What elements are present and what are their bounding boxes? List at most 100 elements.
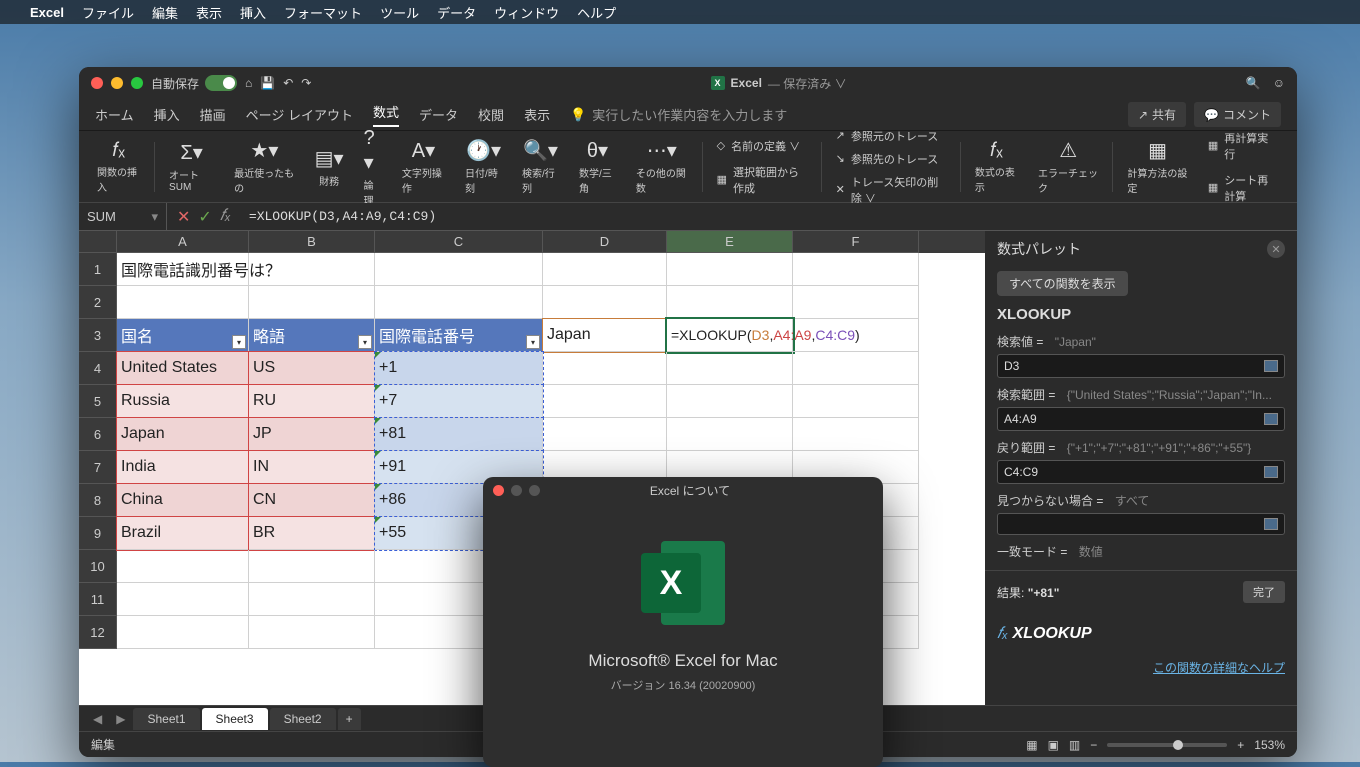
row-header[interactable]: 2 [79,286,117,319]
select-all-corner[interactable] [79,231,117,253]
recent-button[interactable]: ★▾最近使ったもの [226,135,302,198]
row-header[interactable]: 7 [79,451,117,484]
insert-function-button[interactable]: 𝑓ₓ関数の挿入 [89,135,148,198]
tab-view[interactable]: 表示 [524,105,550,124]
filter-icon[interactable]: ▾ [526,335,540,349]
accept-formula-icon[interactable]: ✓ [198,207,211,227]
menu-format[interactable]: フォーマット [284,3,362,22]
name-box[interactable]: SUM▾ [79,203,167,230]
tab-draw[interactable]: 描画 [200,105,226,124]
search-icon[interactable]: 🔍 [1246,76,1261,90]
arg-input[interactable]: D3 [997,354,1285,378]
range-select-icon[interactable] [1264,466,1278,478]
cell[interactable] [667,352,793,385]
cell[interactable]: +1 [375,352,543,385]
home-icon[interactable]: ⌂ [245,76,252,90]
col-header-b[interactable]: B [249,231,375,253]
row-header[interactable]: 5 [79,385,117,418]
cell[interactable] [375,253,543,286]
menu-tools[interactable]: ツール [380,3,419,22]
cell[interactable]: Japan [117,418,249,451]
logical-button[interactable]: ?▾論理 [356,135,390,198]
error-check-button[interactable]: ⚠エラーチェック [1030,135,1106,198]
menu-view[interactable]: 表示 [196,3,222,22]
menu-file[interactable]: ファイル [82,3,134,22]
cell[interactable] [793,253,919,286]
text-button[interactable]: A▾文字列操作 [394,135,453,198]
done-button[interactable]: 完了 [1243,581,1285,603]
cell[interactable]: US [249,352,375,385]
cell[interactable]: Russia [117,385,249,418]
minimize-button[interactable] [111,77,123,89]
tab-page-layout[interactable]: ページ レイアウト [246,105,353,124]
cell[interactable] [117,550,249,583]
zoom-level[interactable]: 153% [1254,738,1285,752]
cell[interactable]: RU [249,385,375,418]
financial-button[interactable]: ▤▾財務 [307,135,352,198]
cell[interactable] [793,418,919,451]
range-select-icon[interactable] [1264,413,1278,425]
cell[interactable] [249,583,375,616]
row-header[interactable]: 9 [79,517,117,550]
function-help-link[interactable]: この関数の詳細なヘルプ [985,655,1297,680]
row-header[interactable]: 12 [79,616,117,649]
about-close-button[interactable] [493,485,504,496]
show-formulas-button[interactable]: 𝑓ₓ数式の表示 [967,135,1026,198]
cell[interactable]: CN [249,484,375,517]
comments-button[interactable]: 💬 コメント [1194,102,1281,127]
menu-help[interactable]: ヘルプ [577,3,616,22]
menu-window[interactable]: ウィンドウ [494,3,559,22]
lookup-button[interactable]: 🔍▾検索/行列 [514,135,567,198]
row-header[interactable]: 3 [79,319,117,352]
cell[interactable] [117,583,249,616]
row-header[interactable]: 10 [79,550,117,583]
cell[interactable]: 国際電話識別番号は？ [117,253,249,286]
trace-precedents[interactable]: ↗ 参照元のトレース [836,126,946,146]
cell[interactable] [249,286,375,319]
range-select-icon[interactable] [1264,518,1278,530]
cell[interactable]: Japan [543,319,667,352]
undo-icon[interactable]: ↶ [283,76,293,90]
cell[interactable]: BR [249,517,375,550]
cell[interactable] [793,286,919,319]
saved-status[interactable]: — 保存済み ∨ [768,75,847,92]
cell[interactable]: India [117,451,249,484]
autosum-button[interactable]: Σ▾オートSUM [161,135,222,198]
redo-icon[interactable]: ↷ [301,76,311,90]
sheet-prev-icon[interactable]: ◀ [87,712,108,726]
trace-dependents[interactable]: ↘ 参照先のトレース [836,149,946,169]
tell-me[interactable]: 💡実行したい作業内容を入力します [570,105,787,124]
row-header[interactable]: 11 [79,583,117,616]
arg-input[interactable]: C4:C9 [997,460,1285,484]
sheet-tab-1[interactable]: Sheet1 [133,708,199,730]
col-header-d[interactable]: D [543,231,667,253]
col-header-a[interactable]: A [117,231,249,253]
view-normal-icon[interactable]: ▦ [1026,738,1037,752]
cell[interactable]: 略語▾ [249,319,375,352]
share-button[interactable]: ↗ 共有 [1128,102,1186,127]
menubar-app[interactable]: Excel [30,5,64,20]
calc-now-button[interactable]: ▦ 再計算実行 [1208,128,1279,164]
account-icon[interactable]: ☺ [1273,76,1285,90]
fullscreen-button[interactable] [131,77,143,89]
tab-review[interactable]: 校閲 [478,105,504,124]
tab-formulas[interactable]: 数式 [373,102,399,127]
tab-insert[interactable]: 挿入 [154,105,180,124]
cell[interactable] [375,286,543,319]
range-select-icon[interactable] [1264,360,1278,372]
cell[interactable] [793,352,919,385]
cell[interactable]: +81 [375,418,543,451]
arg-input[interactable]: A4:A9 [997,407,1285,431]
cell[interactable] [249,253,375,286]
tab-home[interactable]: ホーム [95,105,134,124]
math-button[interactable]: θ▾数学/三角 [571,135,624,198]
cancel-formula-icon[interactable]: ✕ [177,207,190,227]
col-header-e[interactable]: E [667,231,793,253]
cell[interactable] [117,286,249,319]
menu-insert[interactable]: 挿入 [240,3,266,22]
arg-input[interactable] [997,513,1285,535]
sheet-next-icon[interactable]: ▶ [110,712,131,726]
row-header[interactable]: 1 [79,253,117,286]
col-header-c[interactable]: C [375,231,543,253]
cell[interactable]: United States [117,352,249,385]
